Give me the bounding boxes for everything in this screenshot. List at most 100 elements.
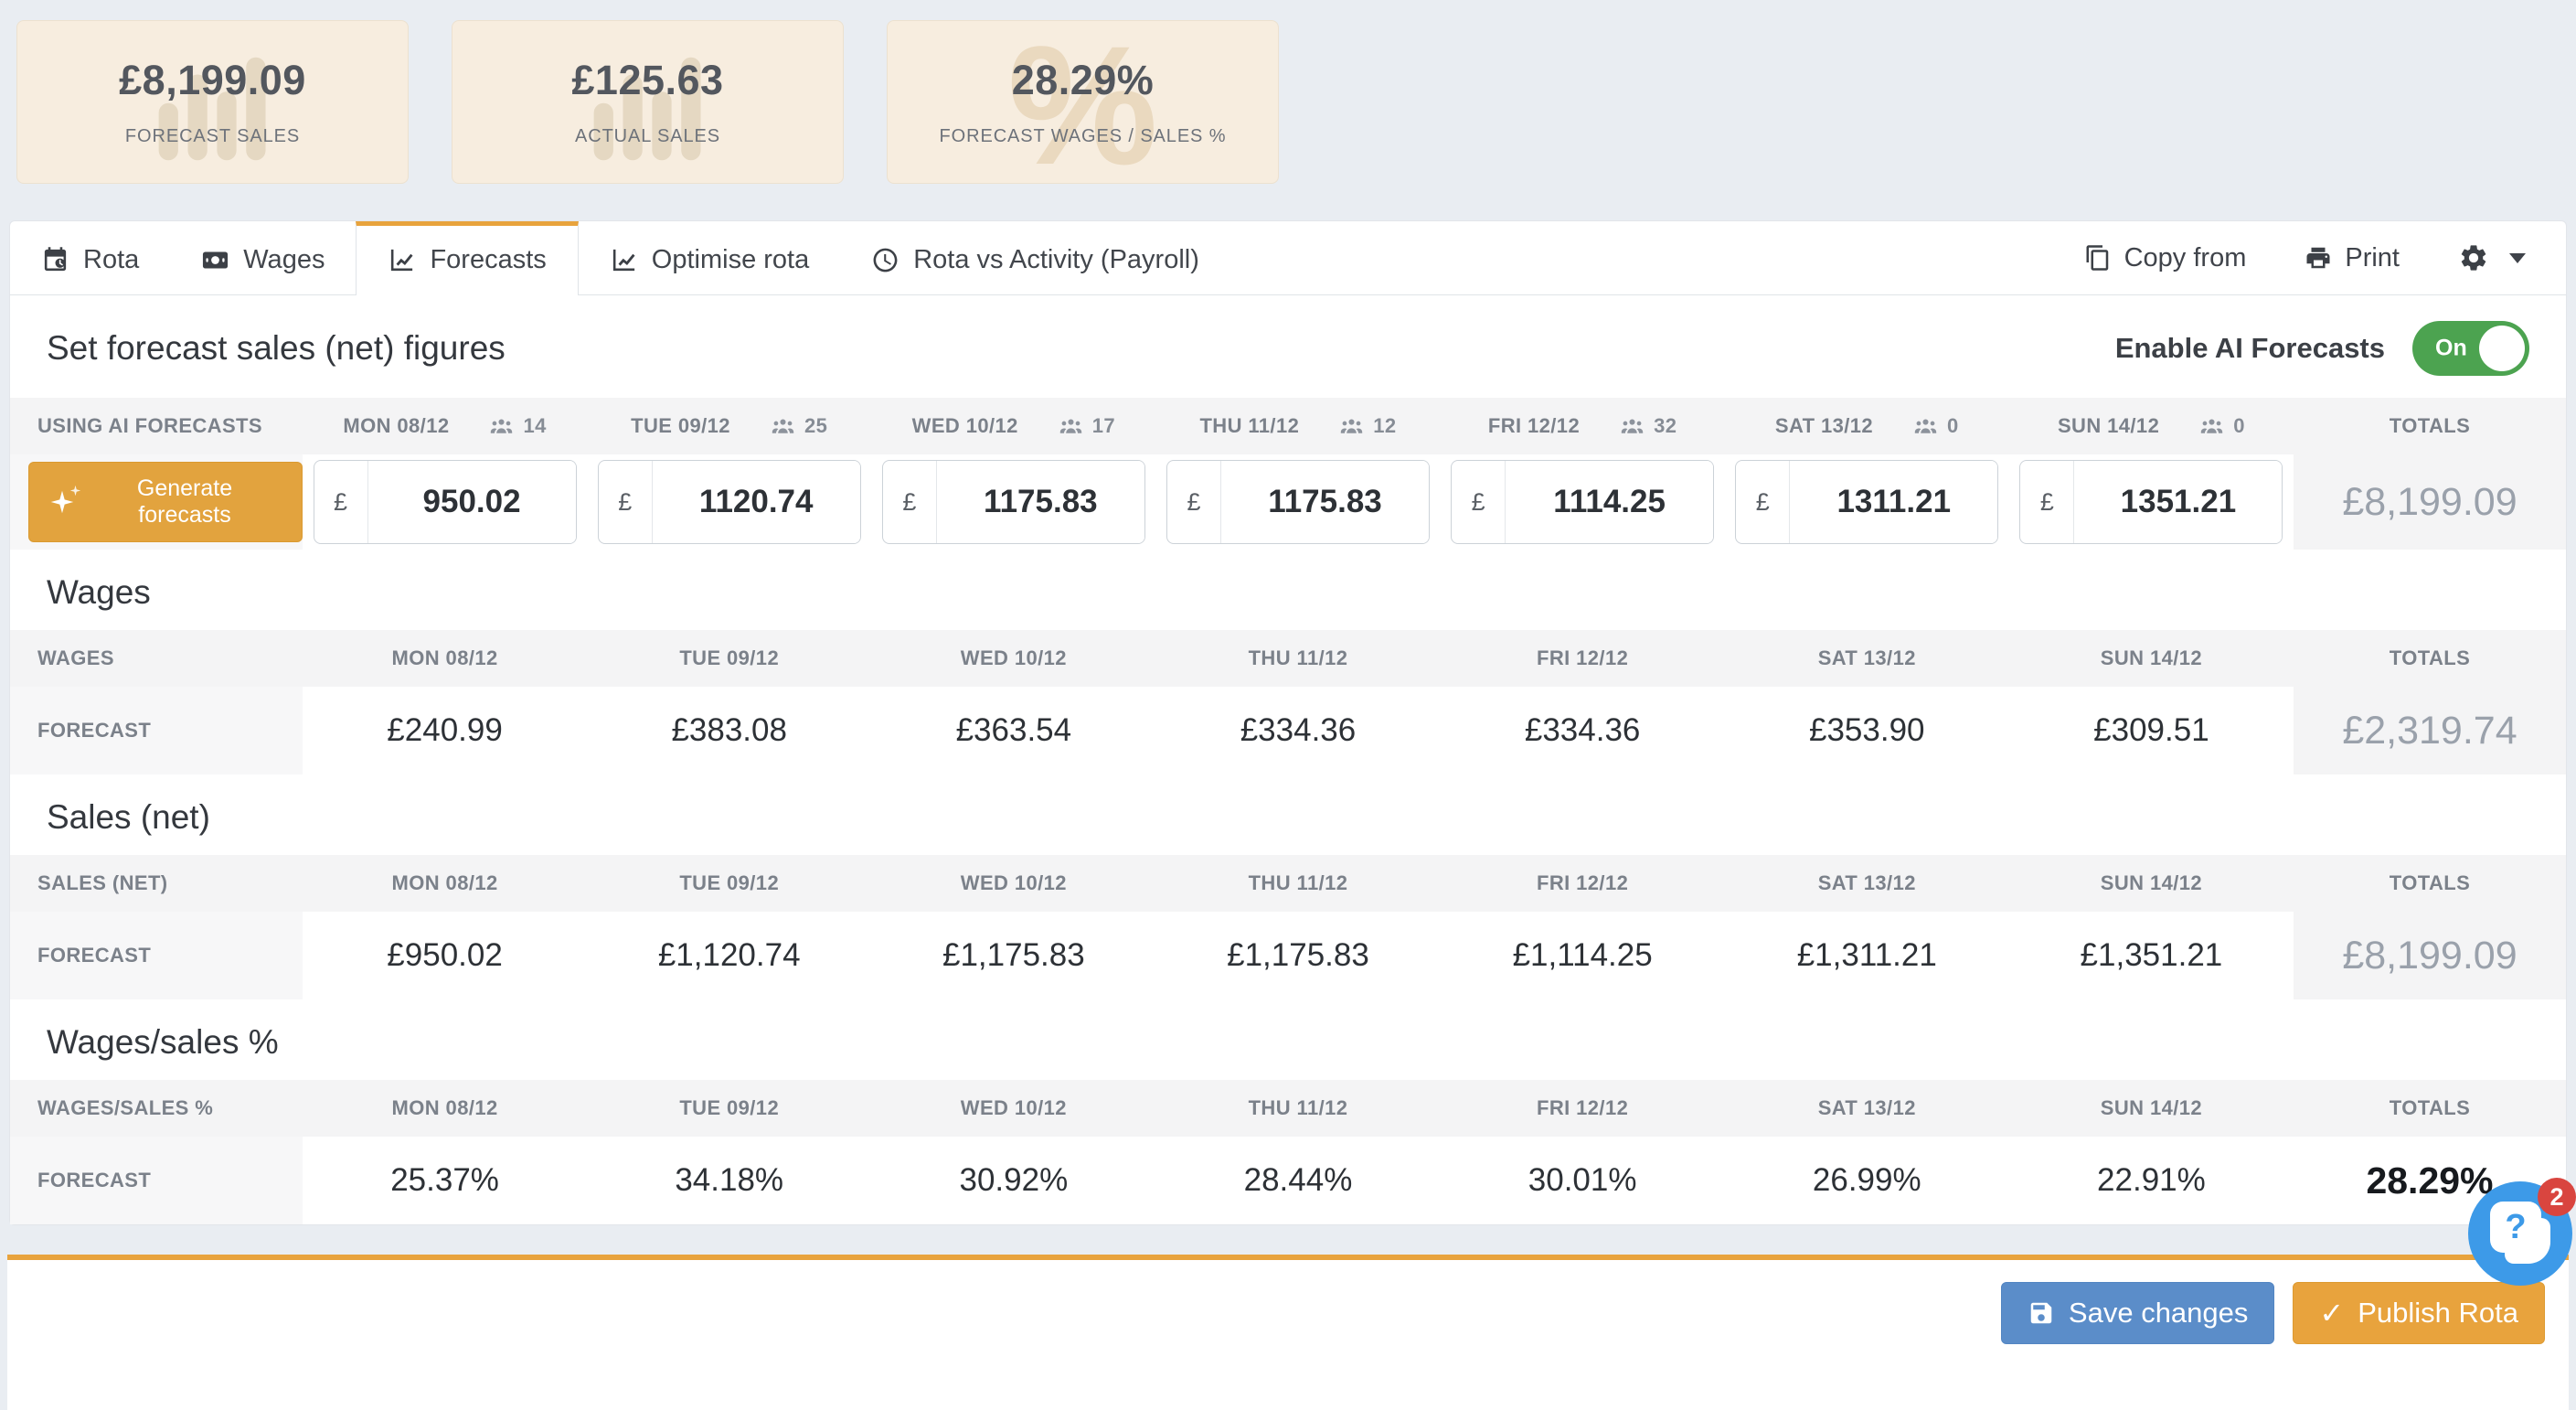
section-header-label: WAGES [37, 646, 114, 669]
day-label: FRI 12/12 [1487, 414, 1581, 437]
save-changes-label: Save changes [2068, 1297, 2249, 1329]
sales-value: £1,114.25 [1512, 937, 1653, 973]
staff-count-value: 25 [804, 414, 828, 437]
people-icon [771, 414, 795, 439]
sales-total: £8,199.09 [2293, 912, 2566, 999]
money-icon [201, 246, 229, 274]
clock-icon [871, 246, 899, 274]
forecast-input-cell: £ [1441, 460, 1725, 544]
tab-rota[interactable]: Rota [10, 221, 170, 294]
staff-count-value: 0 [1947, 414, 1959, 437]
forecast-input-sun[interactable] [2074, 461, 2283, 543]
wages-sales-value: 22.91% [2097, 1162, 2206, 1198]
day-label: SUN 14/12 [2057, 414, 2160, 437]
generate-forecasts-label: Generate forecasts [136, 475, 233, 528]
stat-label: ACTUAL SALES [574, 126, 720, 146]
tab-optimise-rota[interactable]: Optimise rota [579, 221, 840, 294]
save-changes-button[interactable]: Save changes [2000, 1282, 2275, 1344]
day-label: FRI 12/12 [1537, 646, 1629, 669]
generate-forecasts-cell: Generate forecasts [10, 454, 303, 550]
wages-value: £334.36 [1524, 712, 1641, 748]
wages-value: £363.54 [955, 712, 1072, 748]
day-label: SAT 13/12 [1774, 414, 1874, 437]
day-label: SAT 13/12 [1817, 871, 1916, 894]
stat-card-forecast-sales: £8,199.09 FORECAST SALES [16, 20, 409, 184]
ai-forecasts-toggle[interactable]: On [2412, 321, 2529, 376]
staff-count-value: 14 [523, 414, 547, 437]
day-label: FRI 12/12 [1537, 1096, 1629, 1119]
staff-count: 0 [2199, 414, 2245, 439]
tab-wages[interactable]: Wages [170, 221, 356, 294]
people-icon [489, 414, 514, 439]
currency-addon: £ [883, 461, 937, 543]
question-mark-icon: ? [2490, 1202, 2541, 1253]
staff-count: 14 [489, 414, 546, 439]
wages-value: £240.99 [387, 712, 503, 748]
forecast-input-sat[interactable] [1790, 461, 1998, 543]
generate-forecasts-button[interactable]: Generate forecasts [28, 462, 303, 542]
row-label: FORECAST [10, 687, 303, 774]
sales-value: £1,175.83 [1227, 937, 1369, 973]
chart-line-icon [610, 246, 638, 274]
day-label: THU 11/12 [1248, 646, 1348, 669]
floppy-disk-icon [2028, 1299, 2055, 1327]
print-button[interactable]: Print [2305, 243, 2400, 273]
staff-count-value: 17 [1091, 414, 1116, 437]
toggle-knob [2479, 326, 2525, 371]
forecasts-panel: Rota Wages Forecasts Optimise rota Rota … [9, 220, 2567, 1225]
forecast-inputs-row: Generate forecasts £ £ £ £ £ £ £ £8,199.… [10, 454, 2566, 550]
wages-header-row: WAGES MON 08/12 TUE 09/12 WED 10/12 THU … [10, 630, 2566, 687]
row-label: FORECAST [10, 1137, 303, 1224]
stat-value: £125.63 [571, 57, 724, 103]
toggle-label: Enable AI Forecasts [2114, 332, 2385, 364]
sparkles-icon [49, 489, 75, 515]
forecast-input-mon[interactable] [367, 461, 576, 543]
totals-header: TOTALS [2389, 871, 2471, 894]
toolbar: Copy from Print [2084, 221, 2566, 294]
tab-rota-vs-activity[interactable]: Rota vs Activity (Payroll) [840, 221, 1230, 294]
day-label: WED 10/12 [960, 646, 1067, 669]
forecast-input-thu[interactable] [1220, 461, 1429, 543]
day-label: MON 08/12 [391, 646, 498, 669]
day-header: MON 08/12 14 [303, 414, 587, 439]
tab-bar: Rota Wages Forecasts Optimise rota Rota … [10, 221, 2566, 295]
forecast-input-tue[interactable] [652, 461, 860, 543]
copy-icon [2084, 244, 2112, 272]
day-label: THU 11/12 [1248, 871, 1348, 894]
row-label: FORECAST [10, 912, 303, 999]
day-label: TUE 09/12 [679, 646, 780, 669]
day-label: TUE 09/12 [679, 1096, 780, 1119]
gear-icon [2458, 242, 2489, 273]
section-header-label: WAGES/SALES % [37, 1096, 214, 1119]
wages-sales-value: 30.92% [959, 1162, 1069, 1198]
ai-header-label: USING AI FORECASTS [37, 414, 262, 437]
tab-label: Wages [243, 245, 325, 274]
wages-value: £353.90 [1809, 712, 1925, 748]
totals-header: TOTALS [2389, 1096, 2471, 1119]
people-icon [1620, 414, 1645, 439]
forecast-input-wed[interactable] [936, 461, 1144, 543]
staff-count-value: 0 [2233, 414, 2245, 437]
ai-forecasts-toggle-group: Enable AI Forecasts On [2115, 321, 2529, 376]
help-chat-button[interactable]: ? 2 [2468, 1178, 2576, 1286]
publish-rota-button[interactable]: ✓ Publish Rota [2293, 1282, 2545, 1344]
day-label: TUE 09/12 [631, 414, 730, 437]
wages-sales-value: 34.18% [675, 1162, 784, 1198]
currency-addon: £ [314, 461, 368, 543]
section-header-label: SALES (NET) [37, 871, 168, 894]
currency-addon: £ [1452, 461, 1506, 543]
currency-addon: £ [599, 461, 653, 543]
currency-addon: £ [1167, 461, 1221, 543]
tab-forecasts[interactable]: Forecasts [356, 221, 579, 295]
settings-dropdown[interactable] [2458, 242, 2526, 273]
people-icon [1913, 414, 1938, 439]
copy-from-button[interactable]: Copy from [2084, 243, 2246, 273]
wages-total: £2,319.74 [2293, 687, 2566, 774]
wages-sales-forecast-row: FORECAST 25.37% 34.18% 30.92% 28.44% 30.… [10, 1137, 2566, 1224]
forecast-input-fri[interactable] [1506, 461, 1714, 543]
tab-label: Optimise rota [651, 245, 810, 274]
day-label: MON 08/12 [391, 871, 498, 894]
day-label: SAT 13/12 [1817, 646, 1916, 669]
sales-forecast-row: FORECAST £950.02 £1,120.74 £1,175.83 £1,… [10, 912, 2566, 999]
forecast-input-cell: £ [2009, 460, 2294, 544]
